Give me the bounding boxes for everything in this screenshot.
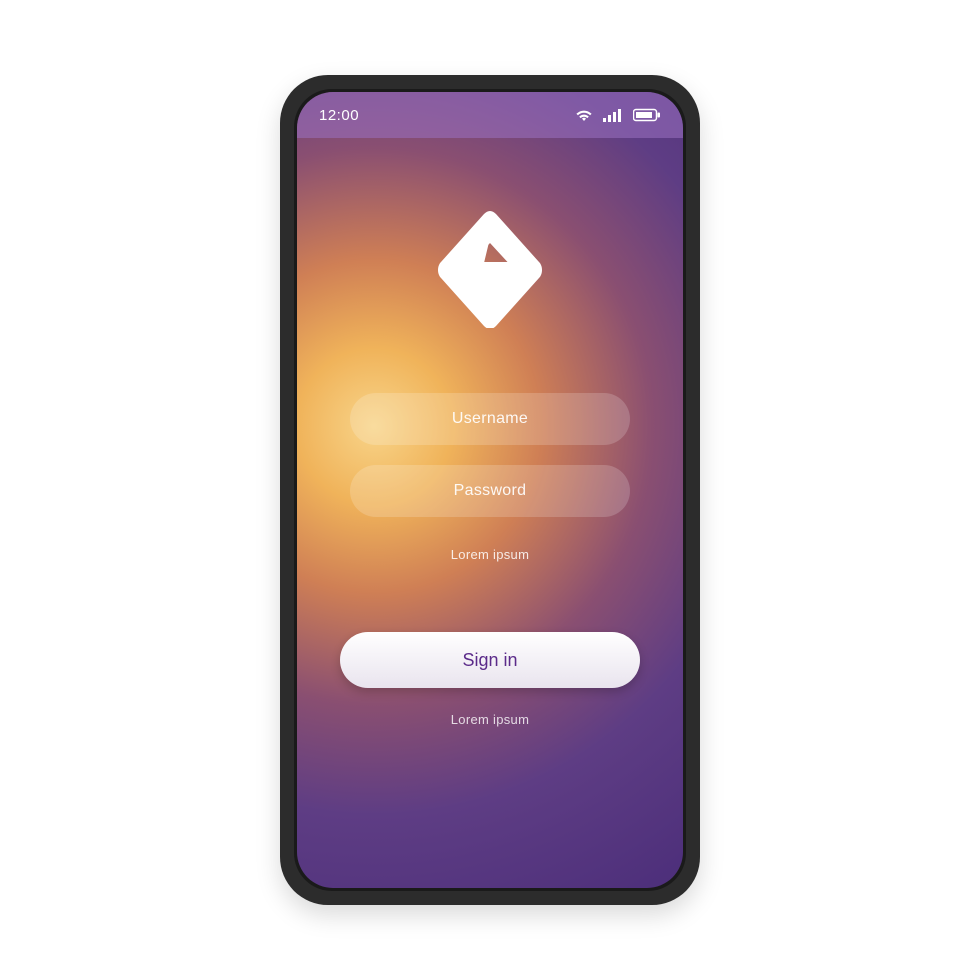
app-logo — [435, 208, 545, 333]
login-content: Lorem ipsum Sign in Lorem ipsum — [297, 138, 683, 888]
status-bar: 12:00 — [297, 92, 683, 138]
username-field[interactable] — [350, 393, 630, 445]
battery-icon — [633, 108, 661, 122]
wifi-icon — [575, 108, 593, 122]
stage: 12:00 — [0, 0, 980, 980]
phone-bezel: 12:00 — [294, 89, 686, 891]
sign-in-button[interactable]: Sign in — [340, 632, 640, 688]
status-icons — [575, 108, 661, 122]
footer-link[interactable]: Lorem ipsum — [451, 712, 529, 727]
forgot-link[interactable]: Lorem ipsum — [451, 547, 529, 562]
screen: 12:00 — [297, 92, 683, 888]
status-time: 12:00 — [319, 107, 359, 124]
signal-icon — [603, 108, 623, 122]
password-field[interactable] — [350, 465, 630, 517]
phone-frame: 12:00 — [280, 75, 700, 905]
